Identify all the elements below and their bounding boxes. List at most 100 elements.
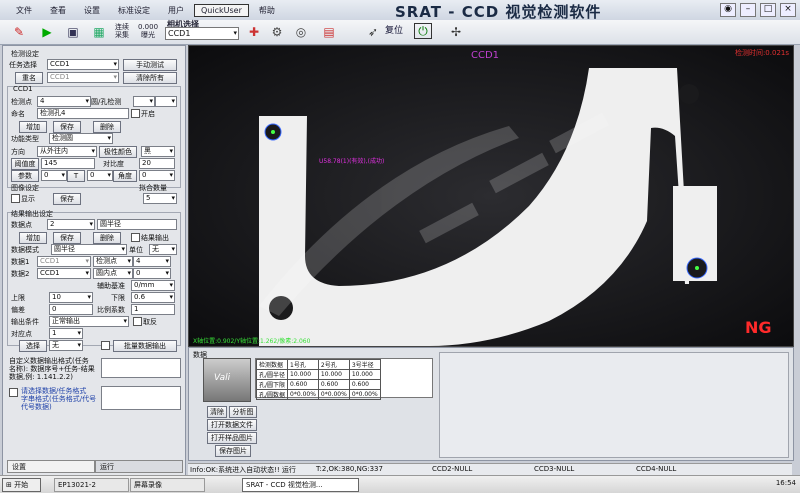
- add-output-button[interactable]: 增加: [19, 232, 47, 244]
- menu-standard[interactable]: 标准设定: [110, 5, 158, 16]
- reverse-checkbox[interactable]: [133, 317, 142, 326]
- toolbar: ✎ ▶ ▣ ▦ 连续 采集 0.000 曝光 相机选择 ✚ ⚙ ◎ ▤ ➶ 复位 ⏻…: [0, 20, 800, 45]
- angle-button[interactable]: 角度: [113, 170, 137, 182]
- tab-ccd1[interactable]: CCD1: [13, 85, 33, 93]
- direction-select[interactable]: 从外往内: [37, 146, 97, 157]
- param-select[interactable]: 0: [41, 170, 67, 181]
- trigger-label[interactable]: 连续 采集: [115, 23, 129, 39]
- lower-field[interactable]: 0.6: [131, 292, 175, 303]
- ratio-field[interactable]: 1: [131, 304, 175, 315]
- add-point-button[interactable]: 增加: [19, 121, 47, 133]
- taskbar-item-1[interactable]: EP13021-2: [54, 478, 129, 492]
- data2-point-value[interactable]: 0: [133, 268, 171, 279]
- format-field[interactable]: [101, 358, 181, 378]
- data1-select[interactable]: CCD1: [37, 256, 91, 267]
- func-select[interactable]: 检测圆: [49, 133, 113, 144]
- offset-field[interactable]: 0: [49, 304, 93, 315]
- polarity-button[interactable]: 极性颜色: [99, 146, 137, 158]
- run-icon[interactable]: ▶: [36, 23, 58, 41]
- menu-settings[interactable]: 设置: [76, 5, 108, 16]
- save-point-button[interactable]: 保存: [53, 121, 81, 133]
- export-checkbox[interactable]: [101, 341, 110, 350]
- fit-count-field[interactable]: 5: [143, 193, 177, 204]
- show-checkbox[interactable]: [11, 194, 20, 203]
- save-image-setting-button[interactable]: 保存: [53, 193, 81, 205]
- delete-point-button[interactable]: 删除: [93, 121, 121, 133]
- delete-output-button[interactable]: 删除: [93, 232, 121, 244]
- offset-label: 偏差: [11, 306, 25, 314]
- shape-select-a[interactable]: [133, 96, 155, 107]
- tab-setting[interactable]: 设置: [7, 460, 95, 473]
- data1-point-select[interactable]: 检测点: [93, 256, 133, 267]
- baseline-select[interactable]: 0/mm: [131, 280, 175, 291]
- choose-select[interactable]: 无: [49, 340, 83, 351]
- camera-view[interactable]: CCD1 检测时间:0.021s U58.78(1)(有效),(成功) NG X…: [188, 45, 794, 347]
- calib-icon[interactable]: ▤: [318, 23, 340, 41]
- tab-run[interactable]: 运行: [95, 460, 183, 473]
- rename-button[interactable]: 重名: [15, 72, 43, 84]
- name-field[interactable]: 检测孔4: [37, 108, 129, 119]
- datapoint-name-field[interactable]: 圆半径: [97, 219, 177, 230]
- image-icon[interactable]: ▦: [88, 23, 110, 41]
- polarity-select[interactable]: 黑: [141, 146, 175, 157]
- power-icon[interactable]: ⏻: [414, 23, 432, 39]
- capture-icon[interactable]: ◎: [290, 23, 312, 41]
- data2-select[interactable]: CCD1: [37, 268, 91, 279]
- threshold-field[interactable]: 145: [41, 158, 95, 169]
- angle-select[interactable]: 0: [139, 170, 175, 181]
- manual-test-button[interactable]: 手动测试: [123, 59, 177, 71]
- lower-label: 下限: [111, 294, 125, 302]
- menu-help[interactable]: 帮助: [251, 5, 283, 16]
- start-button[interactable]: ⊞ 开始: [2, 478, 41, 492]
- choose-button[interactable]: 选择: [19, 340, 47, 352]
- noresult-checkbox[interactable]: [131, 233, 140, 242]
- menu-file[interactable]: 文件: [8, 5, 40, 16]
- ng-status-label: NG: [745, 318, 772, 337]
- contrast-field[interactable]: 20: [139, 158, 175, 169]
- open-data-file-button[interactable]: 打开数据文件: [207, 419, 257, 431]
- arrow-icon[interactable]: ➶: [362, 23, 384, 41]
- analysis-chart-button[interactable]: 分析图: [229, 406, 257, 418]
- threshold-button[interactable]: 阈值度: [11, 158, 39, 170]
- menu-view[interactable]: 查看: [42, 5, 74, 16]
- unit-select[interactable]: 无: [149, 244, 177, 255]
- clear-results-button[interactable]: 清除: [207, 406, 227, 418]
- camera-icon[interactable]: ✚: [243, 23, 265, 41]
- datapoint-select[interactable]: 2: [47, 219, 95, 230]
- taskbar-item-app[interactable]: SRAT - CCD 视觉检测...: [242, 478, 359, 492]
- data1-point-value[interactable]: 4: [133, 256, 171, 267]
- custom-format-field[interactable]: [101, 386, 181, 410]
- enable-checkbox[interactable]: [131, 109, 140, 118]
- reset-label[interactable]: 复位: [385, 27, 403, 36]
- close-button[interactable]: ×: [780, 3, 796, 17]
- datamode-select[interactable]: 圆半径: [51, 244, 127, 255]
- data2-point-select[interactable]: 圆内点: [93, 268, 133, 279]
- pairpoint-select[interactable]: 1: [49, 328, 83, 339]
- rename-field[interactable]: CCD1: [47, 72, 119, 83]
- shape-select-b[interactable]: [155, 96, 177, 107]
- t-button[interactable]: T: [67, 170, 85, 182]
- outcond-select[interactable]: 正常输出: [49, 316, 129, 327]
- t-select[interactable]: 0: [87, 170, 113, 181]
- param-button[interactable]: 参数: [11, 170, 39, 182]
- save-output-button[interactable]: 保存: [53, 232, 81, 244]
- menu-user[interactable]: 用户: [160, 5, 192, 16]
- save-icon[interactable]: ▣: [62, 23, 84, 41]
- maximize-button[interactable]: □: [760, 3, 776, 17]
- ccd-view-label: CCD1: [471, 50, 500, 61]
- taskbar-item-2[interactable]: 屏幕录像: [130, 478, 205, 492]
- menu-quickuser[interactable]: QuickUser: [194, 3, 249, 17]
- settings-icon[interactable]: ⚙: [266, 23, 288, 41]
- custom-checkbox[interactable]: [9, 388, 18, 397]
- minimize-button[interactable]: –: [740, 3, 756, 17]
- upper-field[interactable]: 10: [49, 292, 93, 303]
- batch-export-button[interactable]: 批量数据输出: [113, 340, 177, 352]
- camera-select[interactable]: CCD1: [165, 27, 239, 40]
- open-sample-image-button[interactable]: 打开样品图片: [207, 432, 257, 444]
- save-image-button[interactable]: 保存图片: [215, 445, 251, 457]
- task-select[interactable]: CCD1: [47, 59, 119, 70]
- open-icon[interactable]: ✎: [8, 23, 30, 41]
- pin-icon[interactable]: ✢: [445, 23, 467, 41]
- clear-all-button[interactable]: 清除所有: [123, 72, 177, 84]
- point-select[interactable]: 4: [37, 96, 91, 107]
